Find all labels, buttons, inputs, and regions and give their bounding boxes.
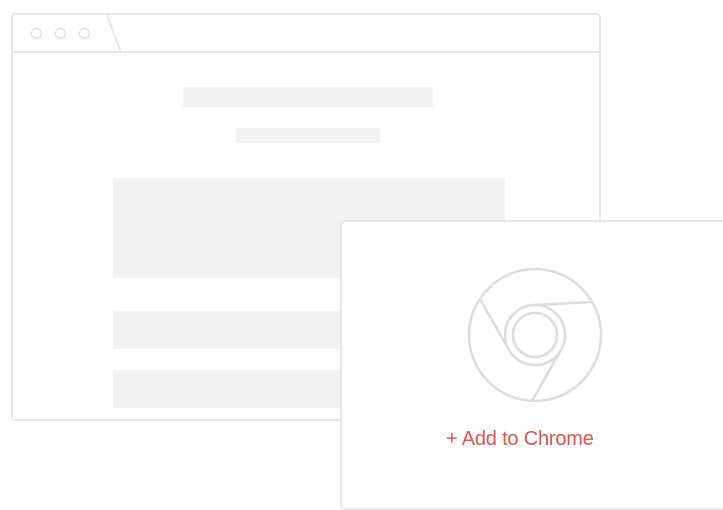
window-dot-icon: [31, 28, 42, 39]
window-dot-icon: [55, 28, 66, 39]
browser-toolbar: [13, 15, 599, 53]
window-dot-icon: [79, 28, 90, 39]
add-to-chrome-button[interactable]: + Add to Chrome: [446, 428, 594, 451]
placeholder-title-bar: [183, 87, 433, 107]
chrome-store-card: + Add to Chrome: [340, 220, 723, 510]
browser-tab-edge: [106, 15, 122, 53]
chrome-icon: [467, 267, 603, 403]
placeholder-subtitle-bar: [236, 128, 380, 143]
